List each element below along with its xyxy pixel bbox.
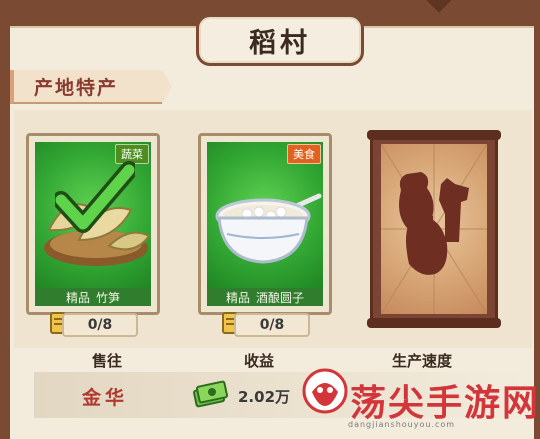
card-quality: 精品	[65, 290, 90, 305]
stock-count: 0/8	[234, 313, 310, 337]
panel-frame-left	[0, 0, 10, 437]
title-plaque: 稻村	[196, 14, 364, 66]
section-tab-specialties[interactable]: 产地特产	[10, 70, 172, 104]
header-production-speed: 生产速度	[392, 352, 453, 370]
checkmark-icon	[55, 161, 135, 233]
category-badge: 美食	[287, 144, 321, 164]
specialty-card-jiuniang[interactable]: 美食 精品 酒酿圆子	[198, 133, 332, 315]
card-quality: 精品	[225, 290, 250, 305]
header-income: 收益	[244, 352, 275, 370]
rice-ball-soup-icon	[215, 193, 322, 264]
scroll-rod-bottom	[367, 318, 501, 328]
card-name: 竹笋	[96, 290, 121, 305]
jar-silhouette-icon	[380, 143, 488, 315]
watermark-brand: 荡尖手游网	[350, 383, 540, 424]
card-label-bar: 精品 竹笋	[35, 288, 151, 306]
scroll-rod-top	[367, 130, 501, 140]
header-sell-to: 售往	[92, 352, 123, 370]
watermark-logo-icon	[302, 368, 348, 414]
specialty-card-bamboo[interactable]: 蔬菜 精品 竹笋	[26, 133, 160, 315]
parchment	[380, 143, 488, 315]
section-tab-label: 产地特产	[34, 76, 119, 99]
income-value: 2.02万	[238, 388, 291, 406]
sell-to-city[interactable]: 金华	[82, 383, 128, 410]
locked-specialty-card[interactable]	[367, 130, 501, 328]
money-icon	[193, 380, 228, 408]
watermark-domain: dangjianshouyou.com	[348, 420, 456, 429]
card-label-bar: 精品 酒酿圆子	[207, 288, 323, 306]
page-title: 稻村	[249, 27, 311, 59]
panel-frame-right	[534, 0, 540, 437]
card-name: 酒酿圆子	[256, 290, 305, 305]
city-panel: 稻村 产地特产 蔬菜 精品 竹笋 0/8 美食 精品 酒酿圆子 0/8 售往 收…	[0, 0, 540, 439]
stock-count: 0/8	[62, 313, 138, 337]
